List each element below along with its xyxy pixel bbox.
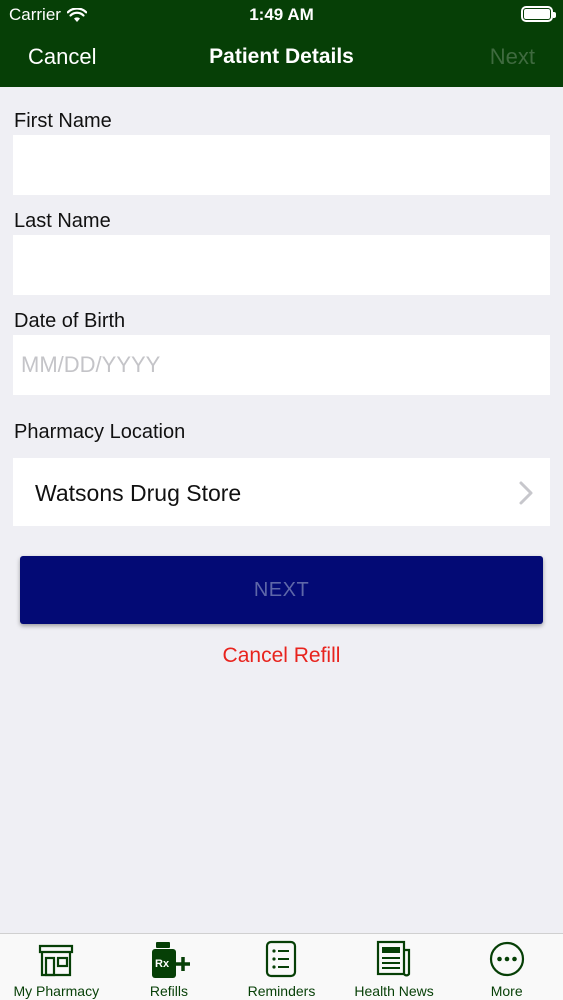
pharmacy-name: Watsons Drug Store	[35, 480, 242, 506]
tab-label: More	[490, 983, 523, 999]
tab-label: Health News	[354, 983, 434, 999]
reminders-icon	[266, 940, 297, 978]
pharmacy-location-selector[interactable]: Watsons Drug Store	[13, 458, 550, 526]
next-button[interactable]: NEXT	[20, 556, 543, 624]
dob-field[interactable]	[13, 335, 550, 395]
tab-my-pharmacy[interactable]: My Pharmacy	[0, 934, 113, 1000]
nav-next-button[interactable]: Next	[490, 44, 535, 70]
first-name-label: First Name	[14, 110, 112, 132]
tab-bar: My Pharmacy Rx Refills Reminders Health …	[0, 933, 563, 1000]
last-name-label: Last Name	[14, 210, 111, 232]
cancel-refill-link[interactable]: Cancel Refill	[0, 644, 563, 668]
pharmacy-icon	[39, 944, 74, 977]
tab-label: My Pharmacy	[13, 983, 100, 999]
dob-label: Date of Birth	[14, 310, 126, 332]
navigation-bar: Cancel Patient Details Next	[0, 30, 563, 87]
tab-reminders[interactable]: Reminders	[225, 934, 338, 1000]
tab-more[interactable]: More	[450, 934, 563, 1000]
patient-details-screen: Carrier 1:49 AM Cancel Patient Details N…	[0, 0, 563, 1000]
top-bar: Carrier 1:49 AM Cancel Patient Details N…	[0, 0, 563, 87]
more-icon	[489, 941, 524, 977]
last-name-field[interactable]	[13, 235, 550, 295]
pharmacy-location-label: Pharmacy Location	[14, 421, 186, 443]
tab-refills[interactable]: Rx Refills	[113, 934, 226, 1000]
battery-icon	[521, 6, 556, 22]
rx-refill-icon: Rx	[151, 942, 190, 978]
tab-label: Refills	[149, 983, 188, 999]
tab-label: Reminders	[247, 983, 316, 999]
tab-health-news[interactable]: Health News	[338, 934, 451, 1000]
first-name-field[interactable]	[13, 135, 550, 195]
health-news-icon	[376, 940, 411, 977]
nav-cancel-button[interactable]: Cancel	[28, 44, 96, 70]
rx-badge-text: Rx	[155, 958, 170, 970]
chevron-right-icon	[519, 481, 533, 505]
status-time: 1:49 AM	[249, 5, 314, 24]
status-bar: Carrier 1:49 AM	[0, 0, 563, 30]
